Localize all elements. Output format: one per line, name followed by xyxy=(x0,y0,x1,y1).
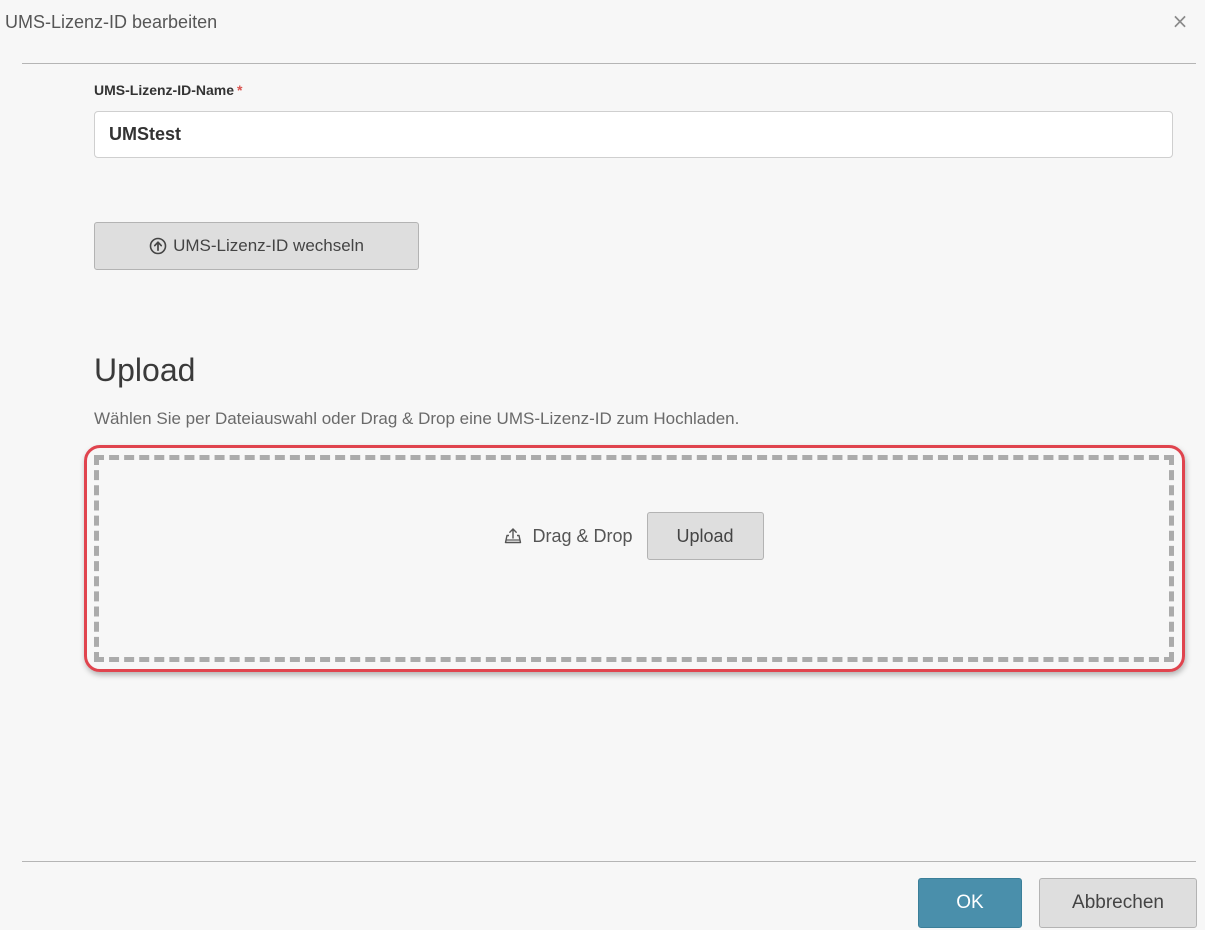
cancel-button[interactable]: Abbrechen xyxy=(1039,878,1197,928)
change-license-button[interactable]: UMS-Lizenz-ID wechseln xyxy=(94,222,419,270)
change-license-button-label: UMS-Lizenz-ID wechseln xyxy=(173,236,364,255)
circle-arrow-up-icon xyxy=(149,237,167,255)
license-name-label-text: UMS-Lizenz-ID-Name xyxy=(94,82,235,98)
header-divider xyxy=(22,63,1196,64)
edit-license-dialog: UMS-Lizenz-ID bearbeiten × UMS-Lizenz-ID… xyxy=(0,0,1205,930)
dialog-header: UMS-Lizenz-ID bearbeiten × xyxy=(0,0,1205,64)
license-name-input[interactable] xyxy=(94,111,1173,158)
close-button[interactable]: × xyxy=(1169,10,1191,32)
upload-description: Wählen Sie per Dateiauswahl oder Drag & … xyxy=(94,409,740,428)
dialog-title: UMS-Lizenz-ID bearbeiten xyxy=(5,12,218,32)
highlight-annotation xyxy=(84,445,1185,672)
required-marker: * xyxy=(237,82,243,98)
ok-button[interactable]: OK xyxy=(918,878,1022,928)
license-name-label: UMS-Lizenz-ID-Name * xyxy=(94,82,242,98)
upload-section-title: Upload xyxy=(94,352,196,388)
footer-divider xyxy=(22,861,1196,862)
